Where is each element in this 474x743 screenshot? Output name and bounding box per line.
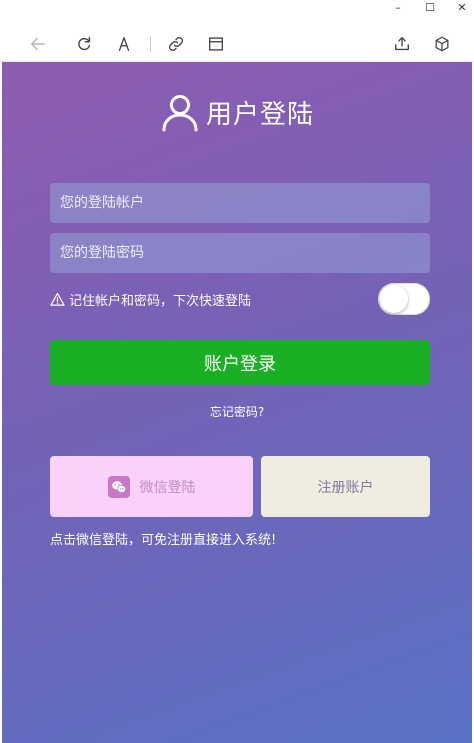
password-input[interactable] (50, 233, 430, 273)
wechat-login-button[interactable]: 微信登陆 (50, 456, 253, 517)
remember-toggle[interactable] (378, 283, 430, 315)
toggle-knob (380, 285, 408, 313)
share-button[interactable] (388, 30, 416, 58)
login-header: 用户登陆 (2, 92, 472, 132)
close-button[interactable]: ✕ (447, 0, 474, 14)
page-title: 用户登陆 (205, 99, 314, 130)
refresh-icon (78, 36, 91, 51)
text-icon (118, 37, 130, 51)
wechat-login-label: 微信登陆 (139, 479, 196, 496)
reader-text-button[interactable] (110, 30, 138, 58)
browser-toolbar (0, 26, 474, 62)
wechat-tip: 点击微信登陆，可免注册直接进入系统! (50, 533, 277, 548)
refresh-button[interactable] (70, 30, 98, 58)
login-button[interactable]: 账户登录 (50, 340, 430, 385)
window-titlebar: – ☐ ✕ (0, 0, 474, 26)
wechat-icon (107, 475, 130, 498)
forgot-password-link[interactable]: 忘记密码? (2, 403, 472, 420)
remember-row: 记住帐户和密码，下次快速登陆 (50, 290, 251, 309)
register-button[interactable]: 注册账户 (261, 456, 430, 517)
extensions-button[interactable] (428, 30, 456, 58)
cube-icon (435, 36, 449, 52)
account-input[interactable] (50, 183, 430, 223)
user-icon (162, 95, 198, 132)
window-icon (209, 37, 223, 51)
warning-icon (50, 292, 65, 306)
maximize-button[interactable]: ☐ (415, 0, 445, 14)
link-button[interactable] (162, 30, 190, 58)
minimize-button[interactable]: – (383, 0, 413, 14)
share-icon (395, 37, 409, 51)
toolbar-divider (150, 36, 151, 52)
window-button[interactable] (202, 30, 230, 58)
back-arrow-icon (30, 37, 46, 51)
login-page: 用户登陆 记住帐户和密码，下次快速登陆 账户登录 忘记密码? 微信登陆 注 (2, 62, 472, 743)
back-button[interactable] (24, 30, 52, 58)
link-icon (169, 37, 183, 51)
remember-label: 记住帐户和密码，下次快速登陆 (69, 294, 252, 309)
